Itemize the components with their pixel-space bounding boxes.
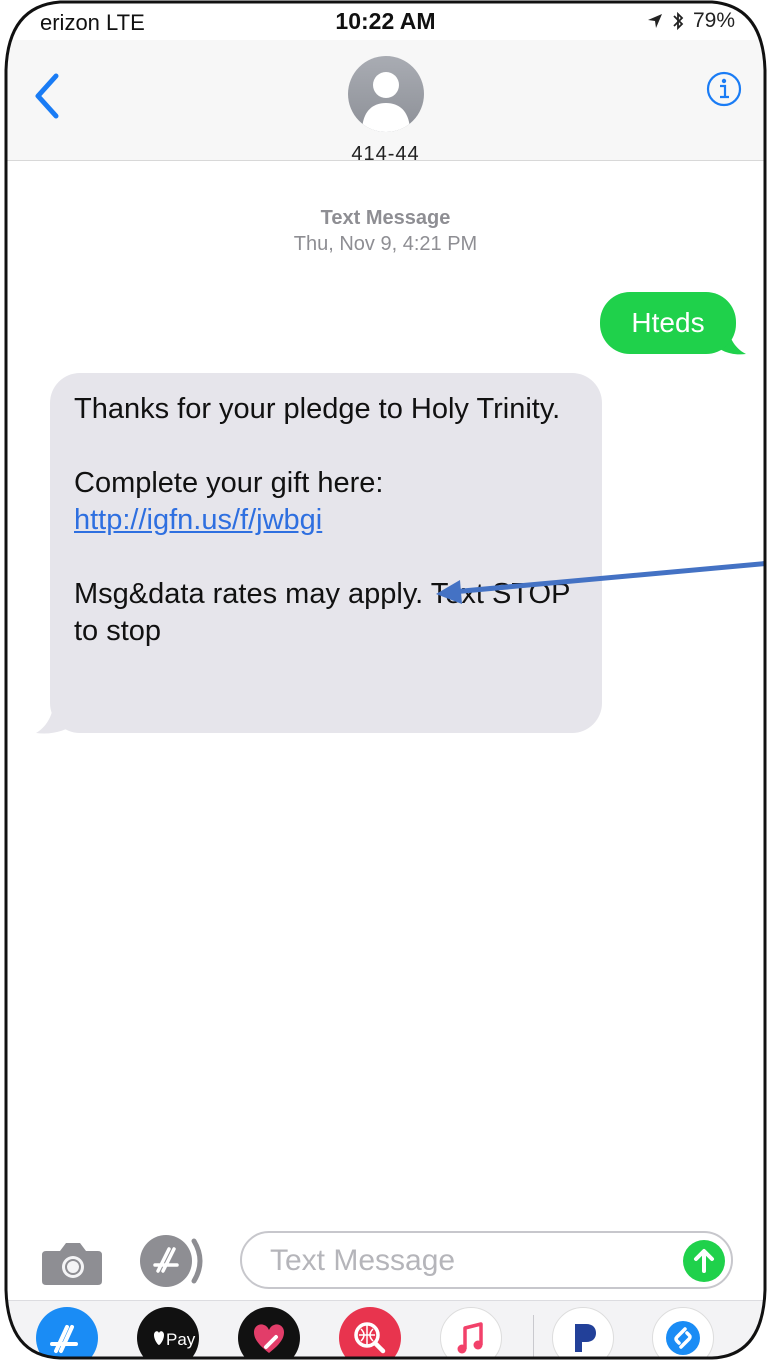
timestamp-date: Thu, Nov 9, 4:21 PM xyxy=(293,233,478,255)
info-button[interactable] xyxy=(705,70,743,108)
message-line-rates: Msg&data rates may apply. Text STOP to s… xyxy=(74,578,570,647)
app-drawer-shazam[interactable] xyxy=(652,1307,714,1361)
app-drawer-pandora[interactable] xyxy=(552,1307,614,1361)
messages-screen: erizon LTE 10:22 AM 79% 414-44 Text Mess… xyxy=(0,0,771,1361)
battery-percent: 79% xyxy=(692,9,735,32)
message-timestamp: Text Message Thu, Nov 9, 4:21 PM xyxy=(0,205,771,257)
message-input-bar xyxy=(0,1225,771,1295)
digital-touch-icon xyxy=(254,1324,284,1353)
camera-button[interactable] xyxy=(40,1241,104,1285)
outgoing-message[interactable]: Hteds xyxy=(600,292,746,356)
location-icon xyxy=(647,14,662,28)
message-line-complete: Complete your gift here: xyxy=(74,467,384,499)
app-store-icon xyxy=(50,1325,78,1353)
message-line-thanks: Thanks for your pledge to Holy Trinity. xyxy=(74,393,561,425)
contact-number: 414-44 xyxy=(351,143,420,165)
apple-pay-icon: Pay xyxy=(154,1330,196,1349)
bluetooth-icon xyxy=(673,11,684,31)
app-drawer-music[interactable] xyxy=(440,1307,502,1361)
music-icon xyxy=(457,1322,483,1354)
app-drawer-app-store[interactable] xyxy=(36,1307,98,1361)
outgoing-bubble-text: Hteds xyxy=(600,292,736,354)
timestamp-label: Text Message xyxy=(320,207,451,229)
message-input[interactable] xyxy=(268,1233,672,1289)
app-drawer-web-search[interactable] xyxy=(339,1307,401,1361)
app-drawer-divider xyxy=(533,1315,534,1359)
app-drawer-digital-touch[interactable] xyxy=(238,1307,300,1361)
contact-block[interactable]: 414-44 xyxy=(0,56,771,166)
status-indicators: 79% xyxy=(647,9,735,33)
status-bar: erizon LTE 10:22 AM 79% xyxy=(0,0,771,40)
web-search-icon xyxy=(354,1322,386,1354)
app-store-button[interactable] xyxy=(138,1233,208,1289)
arrow-up-icon xyxy=(694,1249,714,1273)
send-button[interactable] xyxy=(683,1240,725,1282)
camera-icon xyxy=(42,1243,102,1285)
imessage-app-drawer: Pay xyxy=(0,1300,771,1361)
shazam-icon xyxy=(666,1321,700,1355)
contact-avatar[interactable] xyxy=(347,56,424,132)
phone-screenshot: erizon LTE 10:22 AM 79% 414-44 Text Mess… xyxy=(0,0,771,1361)
incoming-message[interactable]: Thanks for your pledge to Holy Trinity. … xyxy=(36,373,606,735)
apple-pay-label: Pay xyxy=(166,1330,196,1349)
incoming-bubble: Thanks for your pledge to Holy Trinity. … xyxy=(50,373,602,733)
conversation-header: 414-44 xyxy=(0,40,771,165)
person-silhouette-icon xyxy=(361,72,410,132)
app-store-icon xyxy=(140,1235,203,1287)
info-icon xyxy=(706,71,742,107)
gift-link[interactable]: http://igfn.us/f/jwbgi xyxy=(74,504,322,536)
pandora-icon xyxy=(575,1324,596,1352)
app-drawer-apple-pay[interactable]: Pay xyxy=(137,1307,199,1361)
message-text-field[interactable] xyxy=(240,1231,733,1289)
